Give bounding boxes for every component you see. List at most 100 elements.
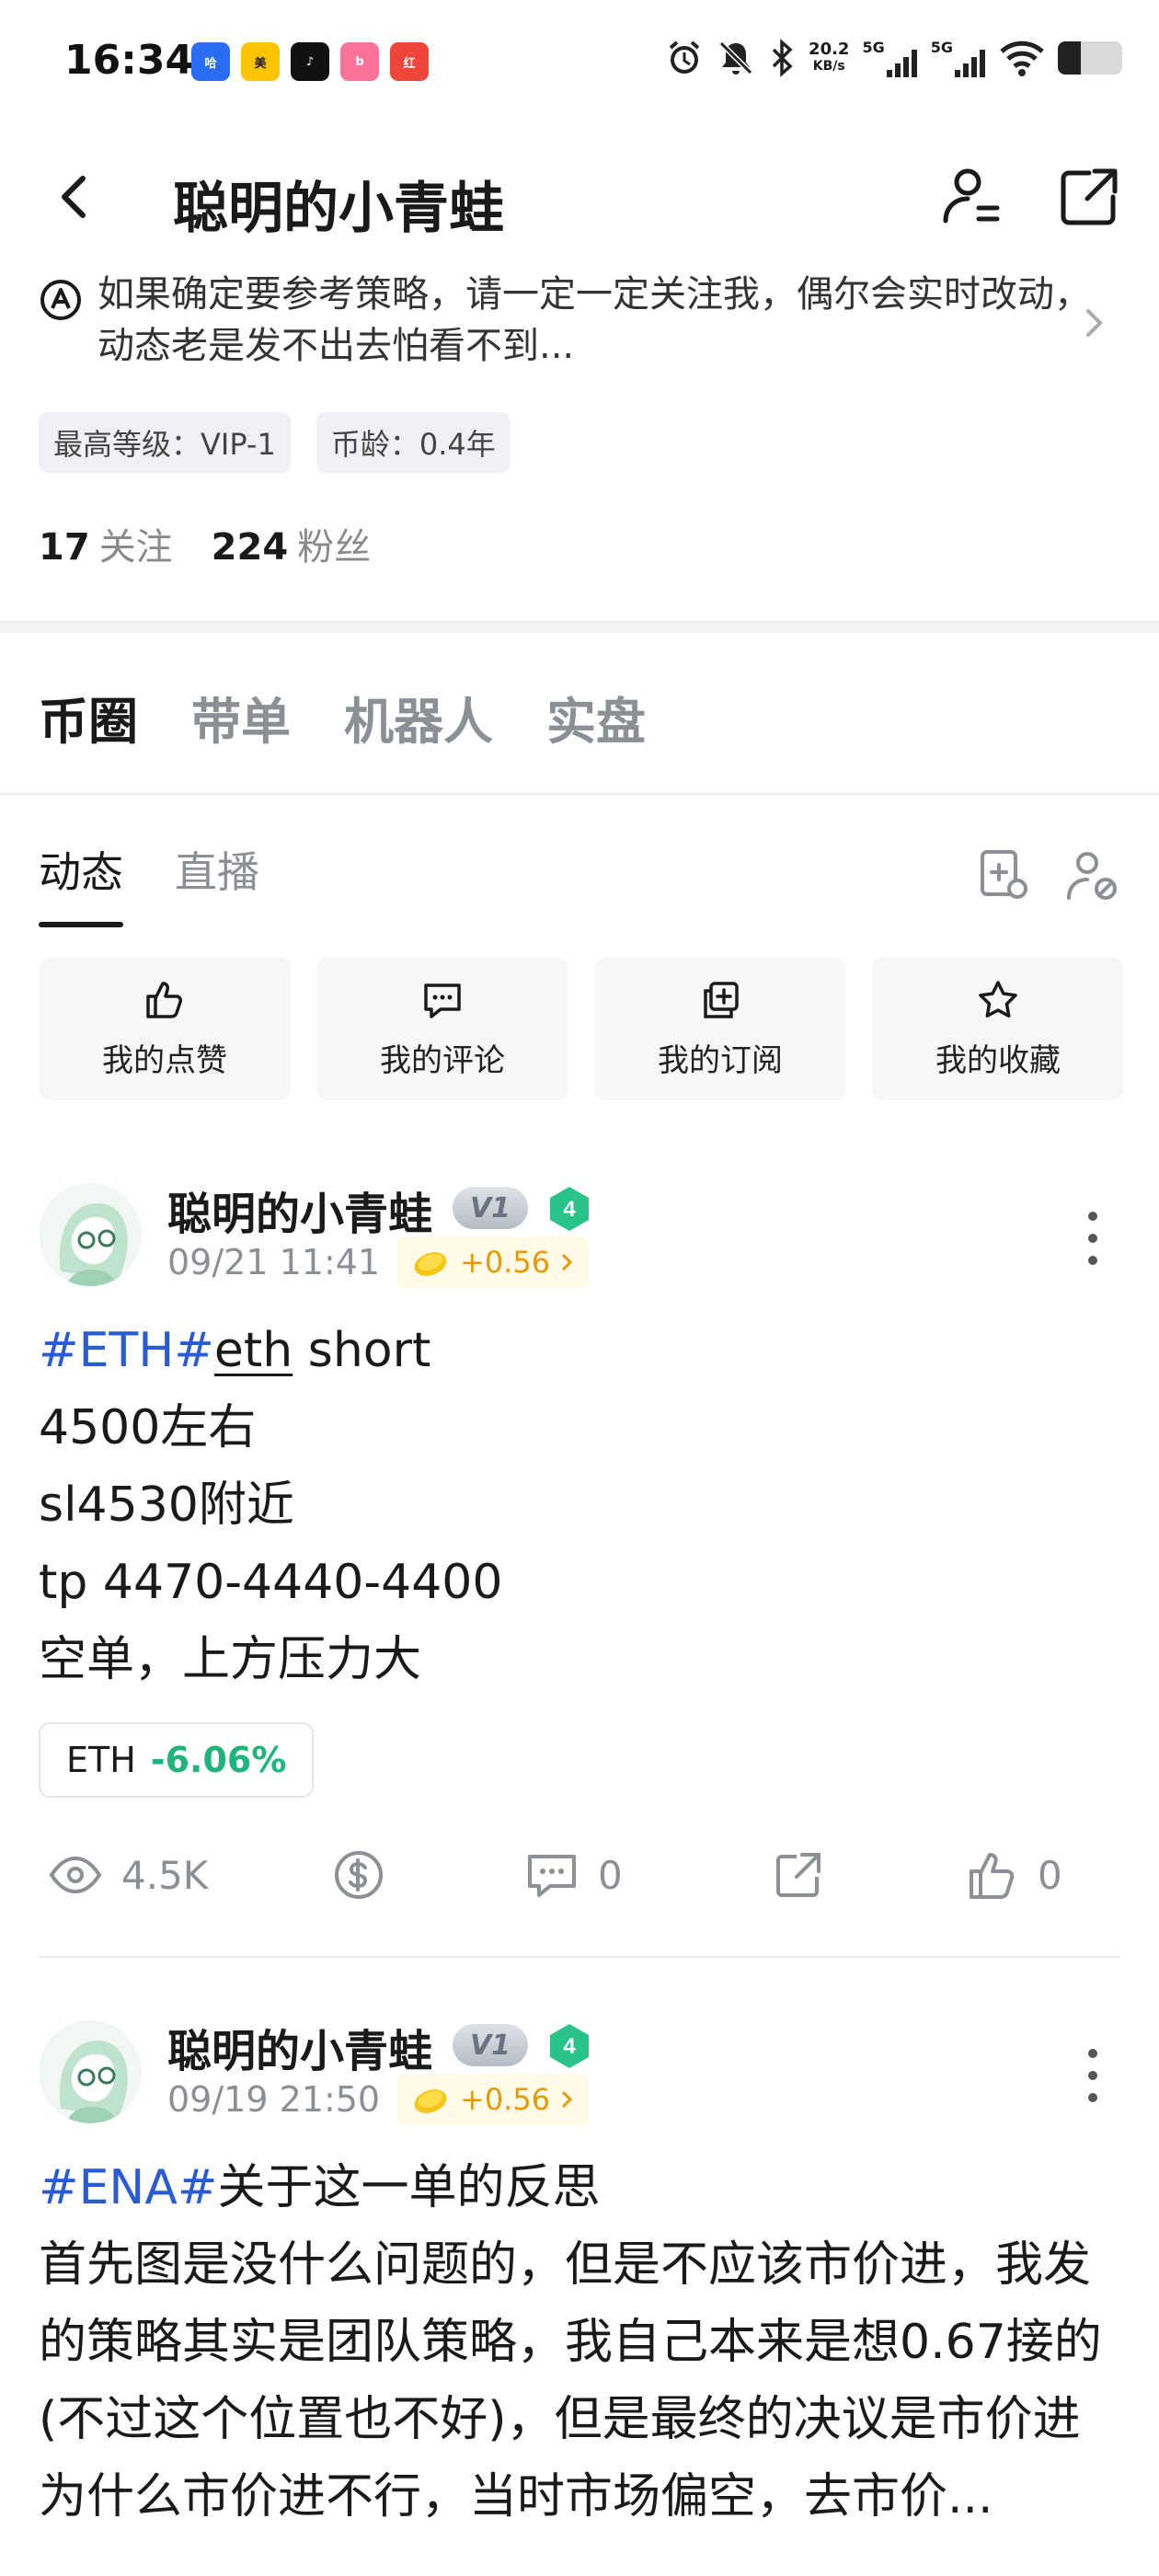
wifi-icon	[1000, 40, 1044, 76]
post-settings-icon[interactable]	[975, 846, 1034, 905]
post-author[interactable]: 聪明的小青蛙	[167, 2015, 432, 2079]
post-content: 4500左右 sl4530附近 tp 4470-4440-4400 空单，上方压…	[39, 1400, 503, 1687]
bilibili-app-icon: b	[340, 42, 379, 81]
tab-feed[interactable]: 动态	[39, 839, 123, 927]
meituan-app-icon: 美	[241, 42, 280, 81]
chevron-right-icon[interactable]	[1081, 304, 1108, 342]
redpacket-app-icon: 红	[390, 42, 429, 81]
tag-word: eth	[213, 1323, 293, 1378]
alarm-icon	[669, 40, 700, 74]
tip-button[interactable]	[331, 1847, 386, 1903]
tiktok-app-icon: ♪	[291, 42, 329, 81]
signal-1: 5G	[862, 39, 917, 77]
more-options-icon[interactable]	[1085, 1209, 1100, 1268]
battery-icon	[1058, 41, 1122, 75]
announcement-icon	[40, 280, 81, 320]
star-icon	[979, 980, 1017, 1018]
coin-price-chip[interactable]: ETH -6.06%	[39, 1722, 315, 1798]
back-button[interactable]	[48, 169, 103, 224]
status-bar: 16:34 哈 美 ♪ b 红 20.2 KB/s 5G 5G	[0, 0, 1159, 129]
bio-text: 如果确定要参考策略，请一定一定关注我，偶尔会实时改动，动态老是发不出去怕看不到.…	[98, 273, 1091, 367]
my-likes-button[interactable]: 我的点赞	[39, 957, 291, 1100]
tab-live[interactable]: 直播	[175, 839, 259, 900]
coin-icon	[414, 2089, 447, 2113]
more-options-icon[interactable]	[1085, 2046, 1100, 2105]
profile-tags: 最高等级：VIP-1 币龄：0.4年	[39, 412, 511, 473]
subscribe-icon	[704, 981, 739, 1018]
notification-app-icons: 哈 美 ♪ b 红	[191, 42, 429, 81]
level-badge-icon: 4	[550, 1187, 589, 1231]
signal-bars-icon	[886, 50, 917, 77]
tab-live-account[interactable]: 实盘	[546, 681, 646, 753]
vip-level-tag: 最高等级：VIP-1	[39, 412, 291, 473]
battery-level	[1058, 41, 1081, 75]
share-icon	[776, 1853, 820, 1897]
dollar-coin-icon	[335, 1851, 383, 1899]
post-body: #ETH#eth short 4500左右 sl4530附近 tp 4470-44…	[39, 1312, 1133, 1698]
post-actions: 4.5K 0 0	[39, 1847, 1120, 1921]
tip-badge[interactable]: +0.56	[397, 1236, 590, 1288]
chevron-right-icon	[562, 2090, 573, 2109]
coin-change: -6.06%	[150, 1740, 287, 1780]
my-favorites-button[interactable]: 我的收藏	[872, 957, 1124, 1100]
vip-badge: V1	[453, 2024, 528, 2066]
level-number: 4	[563, 1197, 576, 1222]
status-indicators: 20.2 KB/s 5G 5G	[665, 39, 1122, 77]
profile-header: 聪明的小青蛙	[0, 156, 1159, 241]
post-author[interactable]: 聪明的小青蛙	[167, 1178, 432, 1242]
post-content: 首先图是没什么问题的，但是不应该市价进，我发的策略其实是团队策略，我自己本来是想…	[39, 2237, 1102, 2524]
comments-button[interactable]: 0	[524, 1847, 623, 1903]
share-post-button[interactable]	[771, 1847, 826, 1903]
user-settings-icon[interactable]	[938, 164, 1004, 230]
share-icon[interactable]	[1056, 164, 1122, 230]
post-card: 聪明的小青蛙 V1 4 09/21 11:41 +0.56 #ETH#eth s…	[39, 1183, 1120, 1965]
post-divider	[39, 1956, 1120, 1958]
post-body: #ENA#关于这一单的反思首先图是没什么问题的，但是不应该市价进，我发的策略其实…	[39, 2149, 1133, 2536]
thumbs-up-icon	[970, 1853, 1015, 1899]
comment-icon	[528, 1855, 576, 1897]
eye-icon	[49, 1856, 102, 1894]
quick-actions: 我的点赞 我的评论 我的订阅 我的收藏	[39, 957, 1124, 1100]
following-stat[interactable]: 17 关注	[39, 517, 173, 570]
main-tabs: 币圈 带单 机器人 实盘	[39, 681, 646, 753]
post-first-line: #ETH#eth short	[39, 1323, 431, 1378]
avatar[interactable]	[39, 2020, 142, 2123]
level-number: 4	[563, 2034, 576, 2059]
avatar[interactable]	[39, 1183, 142, 1286]
post-first-line: #ENA#关于这一单的反思	[39, 2160, 601, 2215]
like-button[interactable]: 0	[964, 1847, 1062, 1903]
hashtag-link[interactable]: #ENA#	[39, 2160, 217, 2215]
post-date: 09/19 21:50	[167, 2079, 381, 2120]
hashtag-link[interactable]: #ETH#	[39, 1323, 214, 1378]
tip-badge[interactable]: +0.56	[397, 2074, 590, 2125]
coin-age-tag: 币龄：0.4年	[316, 412, 511, 473]
chevron-right-icon	[562, 1253, 573, 1271]
level-badge-icon: 4	[550, 2024, 589, 2068]
section-divider	[0, 620, 1159, 633]
followers-stat[interactable]: 224 粉丝	[212, 517, 372, 570]
net-speed: 20.2 KB/s	[809, 40, 850, 74]
follow-stats: 17 关注 224 粉丝	[39, 517, 371, 570]
hello-app-icon: 哈	[191, 42, 230, 81]
signal-bars-icon	[955, 50, 985, 77]
comment-icon	[424, 983, 461, 1018]
coin-icon	[414, 1252, 447, 1276]
bio-row[interactable]: 如果确定要参考策略，请一定一定关注我，偶尔会实时改动，动态老是发不出去怕看不到.…	[39, 269, 1096, 372]
thumbs-up-icon	[146, 981, 182, 1018]
tab-crypto[interactable]: 币圈	[39, 681, 138, 753]
bluetooth-icon	[772, 39, 793, 77]
post-card: 聪明的小青蛙 V1 4 09/19 21:50 +0.56 #ENA#关于这一单…	[39, 2020, 1120, 2576]
my-comments-button[interactable]: 我的评论	[316, 957, 568, 1100]
tabs-divider	[0, 793, 1159, 795]
post-date: 09/21 11:41	[167, 1242, 381, 1282]
views-stat: 4.5K	[48, 1847, 208, 1903]
mute-icon	[718, 40, 753, 75]
sub-tabs: 动态 直播	[39, 839, 259, 927]
user-block-icon[interactable]	[1063, 846, 1122, 905]
vip-badge: V1	[453, 1187, 528, 1229]
signal-2: 5G	[931, 39, 986, 77]
coin-symbol: ETH	[66, 1740, 136, 1780]
my-subscriptions-button[interactable]: 我的订阅	[594, 957, 846, 1100]
tab-copy-trade[interactable]: 带单	[191, 681, 291, 753]
tab-robot[interactable]: 机器人	[344, 681, 493, 753]
